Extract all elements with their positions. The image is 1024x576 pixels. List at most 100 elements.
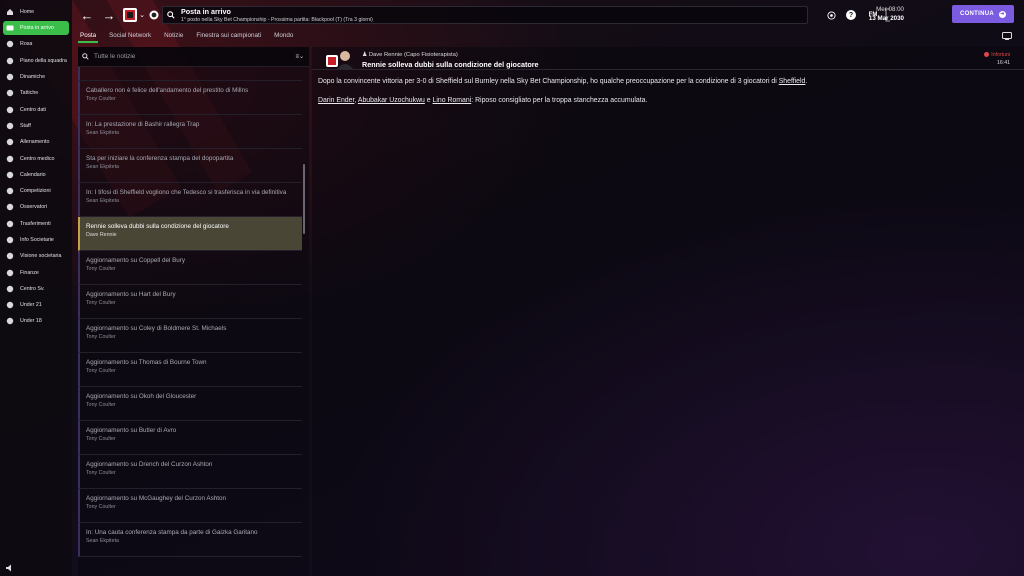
message-sender: Tony Coulter [86,470,116,476]
player-link[interactable]: Darin Ender [318,97,354,104]
sidebar-item-u18[interactable]: Under 18 [0,313,72,329]
sidebar-item-info[interactable]: Info Societarie [0,232,72,248]
person-icon: ♟ [362,52,368,58]
message-list-item[interactable]: Sta per iniziare la conferenza stampa de… [78,149,302,183]
paragraph-text: : Riposo consigliato per la troppa stanc… [471,97,648,105]
sidebar-item-calendar[interactable]: Calendario [0,167,72,183]
sender-avatar [326,51,353,69]
squad-icon [6,40,14,48]
page-title: Posta in arrivo [181,7,231,16]
news-icon[interactable] [826,10,836,20]
sender-name: ♟ Dave Rennie (Capo Fisioterapista) [362,52,458,58]
message-subject: In: I tifosi di Sheffield vogliono che T… [86,189,287,196]
sidebar-item-inbox[interactable]: Posta in arrivo [3,21,69,36]
vision-icon [6,252,14,260]
player-link[interactable]: Abubakar Uzochukwu [358,97,425,104]
calendar-icon [6,171,14,179]
sidebar-item-medical[interactable]: Centro medico [0,150,72,166]
message-subject: Caballero non è felice dell'andamento de… [86,87,249,94]
dynamics-icon [6,73,14,81]
sidebar-item-squad[interactable]: Rosa [0,36,72,52]
message-list-item[interactable]: Aggiornamento su Okoh del Gloucester Tony… [78,387,302,421]
message-filter[interactable]: Tutte le notizie ≡⌄ [78,47,309,67]
sidebar-item-staff[interactable]: Staff [0,118,72,134]
tab-mondo[interactable]: Mondo [272,31,295,43]
message-subject: In: Una cauta conferenza stampa da parte… [86,529,258,536]
tab-posta[interactable]: Posta [78,31,99,43]
message-sender: Sean Ekpiteta [86,538,119,544]
club-crest-icon[interactable] [122,7,138,23]
header-title-box: Posta in arrivo 1° posto nella Sky Bet C… [162,6,808,24]
sound-icon[interactable] [6,564,14,572]
scrollbar[interactable] [303,164,305,234]
sidebar-item-vision[interactable]: Visione societaria [0,248,72,264]
message-list-item[interactable]: Aggiornamento su Hart del Bury Tony Coult… [78,285,302,319]
message-list-item[interactable]: Aggiornamento su Drench del Curzon Ashto… [78,455,302,489]
sidebar-item-label: Piano della squadra [20,57,67,64]
sidebar-item-u21[interactable]: Under 21 [0,297,72,313]
screen-icon[interactable] [1002,32,1012,40]
inbox-tabs: Posta Social Network Notizie Finestra sui c… [78,31,304,43]
message-time: 16:41 [997,60,1010,66]
back-arrow-icon[interactable]: ← [78,6,96,24]
message-list-item[interactable]: In: I tifosi di Sheffield vogliono che T… [78,183,302,217]
shield-icon[interactable] [149,10,159,20]
sidebar-item-label: Centro Sv. [20,285,45,292]
sidebar-item-label: Osservatori [20,204,48,211]
sidebar-item-dynamics[interactable]: Dinamiche [0,69,72,85]
message-list-item[interactable]: In: La prestazione di Bashir rallegra Tr… [78,115,302,149]
sidebar-item-training[interactable]: Allenamento [0,134,72,150]
search-icon [82,53,89,60]
sidebar-item-finance[interactable]: Finanze [0,264,72,280]
sidebar-item-label: Calendario [20,171,46,178]
info-icon [6,236,14,244]
tab-notizie[interactable]: Notizie [162,31,185,43]
club-link[interactable]: Sheffield [779,78,806,85]
message-sender: Tony Coulter [86,504,116,510]
tactics-icon [6,89,14,97]
forward-arrow-icon[interactable]: → [100,6,118,24]
filter-placeholder: Tutte le notizie [94,53,136,60]
sidebar-item-plan[interactable]: Piano della squadra [0,53,72,69]
sidebar-item-development[interactable]: Centro Sv. [0,281,72,297]
message-list-item[interactable]: Rennie solleva dubbi sulla condizione de… [78,217,302,251]
transfers-icon [6,220,14,228]
sidebar-item-label: Centro medico [20,155,55,162]
sidebar-item-data[interactable]: Centro dati [0,101,72,117]
sidebar-item-label: Info Societarie [20,237,54,243]
message-list-item[interactable]: Aggiornamento su McGaughey del Curzon As… [78,489,302,523]
sort-menu-icon[interactable]: ≡⌄ [295,53,304,60]
u18-icon [6,317,14,325]
message-list-item[interactable]: Caballero non è felice dell'andamento de… [78,81,302,115]
sidebar-item-label: Centro dati [20,106,46,113]
sidebar-item-trophy[interactable]: Competizioni [0,183,72,199]
sidebar-item-tactics[interactable]: Tattiche [0,85,72,101]
development-icon [6,285,14,293]
injury-tag[interactable]: Infortuni [984,52,1010,58]
tab-social-network[interactable]: Social Network [107,31,153,43]
sidebar-item-home[interactable]: Home [0,4,72,20]
search-icon[interactable] [167,11,175,19]
home-icon [6,8,14,16]
message-list-item[interactable]: In: ... (cut off) ... per i playoffSean … [78,67,302,81]
chevron-down-icon[interactable]: ⌄ [138,6,146,24]
paragraph-end: . [805,78,808,85]
player-link[interactable]: Lino Romani [433,97,472,104]
message-list-item[interactable]: In: Una cauta conferenza stampa da parte… [78,523,302,557]
message-list-item[interactable]: Aggiornamento su Butler di Avro Tony Coul… [78,421,302,455]
sidebar-item-label: Dinamiche [20,74,46,81]
sidebar-item-transfers[interactable]: Trasferimenti [0,216,72,232]
continue-button[interactable]: CONTINUA ➜ [952,5,1014,23]
message-subject: Sta per iniziare la conferenza stampa de… [86,155,234,162]
top-bar: ← → ⌄ Posta in arrivo 1° posto nella Sky… [72,0,1024,30]
continue-label: CONTINUA [959,11,995,17]
message-list-item[interactable]: Aggiornamento su Coppell del Bury Tony Co… [78,251,302,285]
message-list-item[interactable]: Aggiornamento su Thomas di Bourne Town To… [78,353,302,387]
message-list: In: ... (cut off) ... per i playoffSean … [78,67,302,576]
message-paragraph: Darin Ender, Abubakar Uzochukwu e Lino R… [318,97,1018,105]
tab-finestra-sui-campionati[interactable]: Finestra sui campionati [194,31,263,43]
message-sender: Tony Coulter [86,334,116,340]
sidebar-item-scouting[interactable]: Osservatori [0,199,72,215]
message-subject: Rennie solleva dubbi sulla condizione de… [86,223,229,230]
message-list-item[interactable]: Aggiornamento su Coley di Boldmere St. M… [78,319,302,353]
